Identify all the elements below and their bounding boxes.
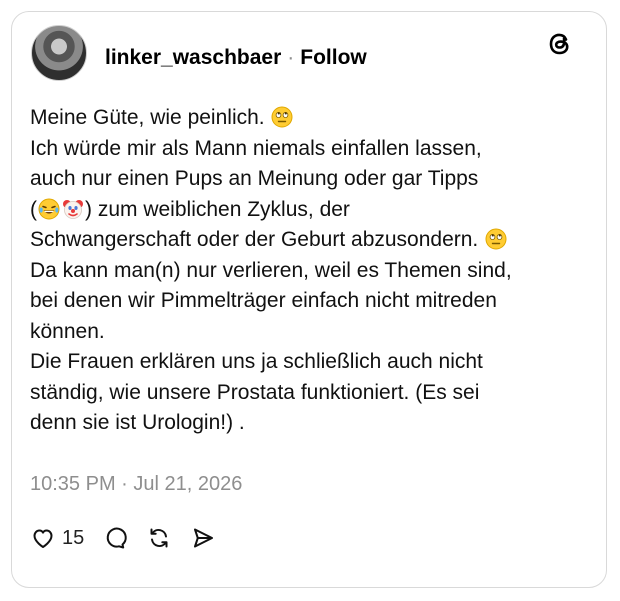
post-timestamp[interactable]: 10:35 PM · Jul 21, 2026	[30, 473, 242, 496]
follow-button[interactable]: Follow	[300, 46, 367, 69]
post-body: Meine Güte, wie peinlich. Ich würde mir …	[30, 103, 570, 439]
body-line: können.	[30, 319, 105, 343]
body-line: ständig, wie unsere Prostata funktionier…	[30, 380, 480, 404]
comment-bubble-icon	[106, 527, 127, 549]
heart-icon	[33, 529, 53, 548]
repost-button[interactable]	[146, 525, 172, 551]
body-line: () zum weiblichen Zyklus, der	[30, 197, 350, 221]
like-count: 15	[62, 526, 85, 549]
clown-face-emoji	[63, 199, 83, 219]
post-header: linker_waschbaer · Follow	[105, 46, 367, 70]
username-link[interactable]: linker_waschbaer	[105, 46, 281, 69]
body-line: denn sie ist Urologin!) .	[30, 411, 245, 434]
repost-icon	[150, 528, 168, 548]
face-with-tears-of-joy-emoji	[38, 198, 60, 219]
like-button[interactable]: 15	[30, 525, 84, 551]
body-line: Die Frauen erklären uns ja schließlich a…	[30, 350, 483, 373]
face-with-rolling-eyes-emoji	[485, 228, 507, 250]
threads-logo-icon[interactable]	[546, 30, 574, 58]
action-bar: 15	[30, 522, 234, 554]
separator-dot: ·	[287, 46, 295, 69]
face-with-rolling-eyes-emoji	[271, 106, 293, 128]
send-icon	[194, 528, 214, 548]
share-button[interactable]	[190, 525, 216, 551]
body-line: bei denen wir Pimmelträger einfach nicht…	[30, 289, 497, 312]
body-line: Meine Güte, wie peinlich.	[30, 103, 570, 134]
body-line: Ich würde mir als Mann niemals einfallen…	[30, 136, 482, 160]
body-line: auch nur einen Pups an Meinung oder gar …	[30, 167, 479, 190]
reply-button[interactable]	[102, 525, 128, 551]
body-line: Da kann man(n) nur verlieren, weil es Th…	[30, 258, 512, 282]
avatar[interactable]	[31, 25, 87, 81]
body-line: Schwangerschaft oder der Geburt abzusond…	[30, 225, 570, 256]
